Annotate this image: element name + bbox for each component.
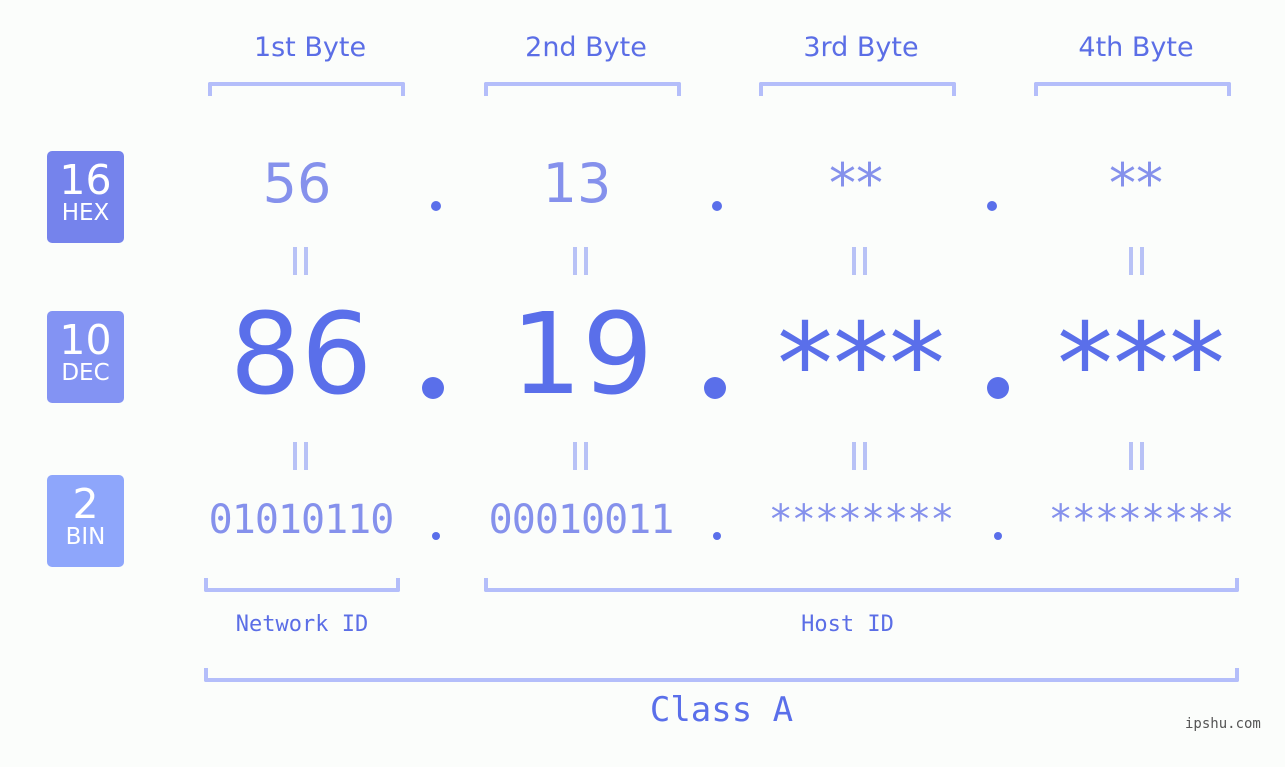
byte-header-4: 4th Byte bbox=[1078, 32, 1194, 63]
dec-separator-dot bbox=[422, 377, 444, 399]
hex-badge: 16 HEX bbox=[47, 151, 124, 243]
class-label: Class A bbox=[649, 690, 794, 730]
dec-value-4: *** bbox=[1057, 300, 1225, 430]
host-id-bracket bbox=[484, 578, 1239, 592]
bin-value-2: 00010011 bbox=[488, 497, 675, 543]
bin-separator-dot bbox=[713, 532, 721, 540]
equals-icon bbox=[852, 247, 867, 275]
hex-value-1: 56 bbox=[262, 152, 332, 215]
byte-bracket-1 bbox=[208, 82, 405, 96]
dec-base-label: DEC bbox=[61, 360, 110, 386]
byte-bracket-3 bbox=[759, 82, 956, 96]
bin-value-3: ******** bbox=[768, 497, 955, 543]
equals-icon bbox=[1129, 247, 1144, 275]
bin-base-number: 2 bbox=[72, 480, 99, 528]
network-id-bracket bbox=[204, 578, 400, 592]
byte-header-3: 3rd Byte bbox=[803, 32, 919, 63]
equals-icon bbox=[293, 442, 308, 470]
dec-badge: 10 DEC bbox=[47, 311, 124, 403]
dec-separator-dot bbox=[987, 377, 1009, 399]
equals-icon bbox=[293, 247, 308, 275]
hex-base-label: HEX bbox=[61, 200, 110, 226]
bin-value-4: ******** bbox=[1048, 497, 1235, 543]
bin-base-label: BIN bbox=[65, 524, 106, 550]
byte-bracket-2 bbox=[484, 82, 681, 96]
byte-header-2: 2nd Byte bbox=[525, 32, 647, 63]
hex-value-3: ** bbox=[829, 152, 883, 215]
equals-icon bbox=[852, 442, 867, 470]
dec-value-1: 86 bbox=[229, 290, 373, 420]
hex-value-4: ** bbox=[1109, 152, 1163, 215]
network-id-label: Network ID bbox=[235, 612, 369, 637]
byte-header-1: 1st Byte bbox=[253, 32, 367, 63]
equals-icon bbox=[573, 442, 588, 470]
host-id-label: Host ID bbox=[801, 612, 894, 637]
dec-value-2: 19 bbox=[510, 290, 654, 420]
hex-separator-dot bbox=[987, 201, 997, 211]
bin-value-1: 01010110 bbox=[208, 497, 395, 543]
dec-base-number: 10 bbox=[59, 316, 112, 364]
equals-icon bbox=[573, 247, 588, 275]
bin-separator-dot bbox=[994, 532, 1002, 540]
watermark: ipshu.com bbox=[1185, 716, 1261, 732]
hex-value-2: 13 bbox=[542, 152, 612, 215]
hex-separator-dot bbox=[712, 201, 722, 211]
hex-base-number: 16 bbox=[59, 156, 112, 204]
bin-badge: 2 BIN bbox=[47, 475, 124, 567]
byte-bracket-4 bbox=[1034, 82, 1231, 96]
dec-value-3: *** bbox=[777, 300, 945, 430]
class-bracket bbox=[204, 668, 1239, 682]
hex-separator-dot bbox=[431, 201, 441, 211]
equals-icon bbox=[1129, 442, 1144, 470]
dec-separator-dot bbox=[704, 377, 726, 399]
bin-separator-dot bbox=[432, 532, 440, 540]
